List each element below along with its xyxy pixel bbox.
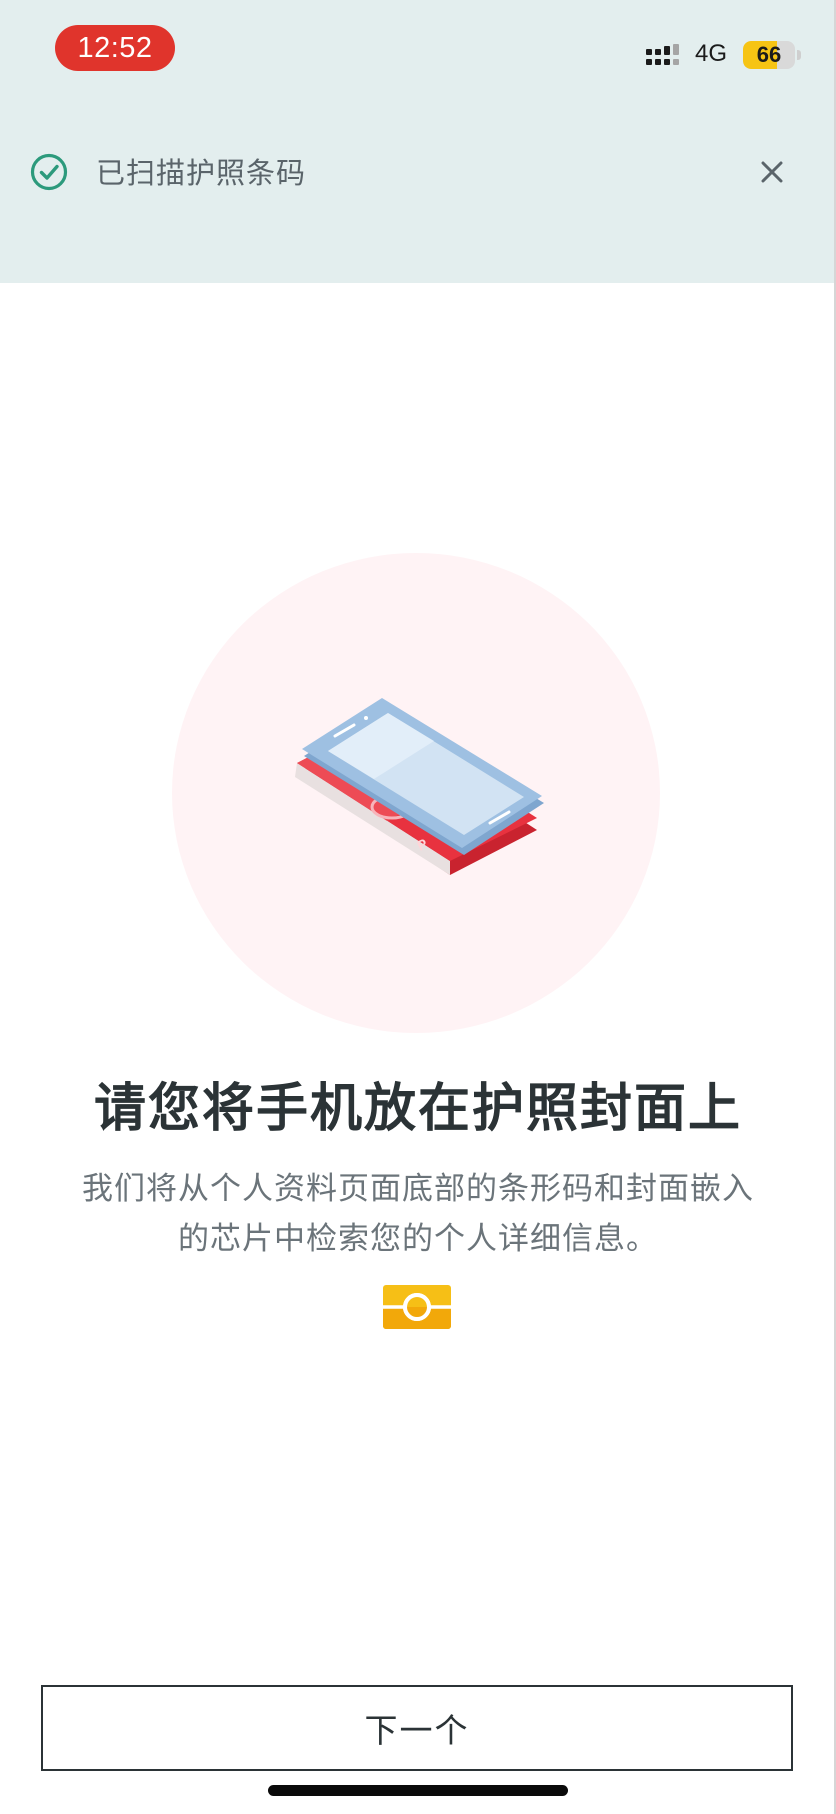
status-bar: 12:52 4G 66 (0, 0, 836, 100)
illustration-graphic: P (295, 698, 544, 875)
top-banner-area: 12:52 4G 66 已扫描护照条码 (0, 0, 836, 283)
check-circle-icon (30, 153, 68, 191)
phone-on-passport-illustration: P (172, 553, 660, 1033)
network-type: 4G (695, 40, 728, 67)
signal-strength-icon (646, 44, 679, 65)
description-line-2: 的芯片中检索您的个人详细信息。 (178, 1221, 658, 1257)
description-line-1: 我们将从个人资料页面底部的条形码和封面嵌入 (82, 1171, 754, 1207)
instruction-description: 我们将从个人资料页面底部的条形码和封面嵌入 的芯片中检索您的个人详细信息。 (50, 1164, 786, 1264)
battery-tip (797, 50, 801, 60)
scan-notice-bar: 已扫描护照条码 (0, 130, 836, 210)
close-icon[interactable] (752, 152, 792, 192)
status-time: 12:52 (55, 25, 175, 71)
battery-icon: 66 (743, 41, 795, 69)
battery-level: 66 (756, 42, 782, 67)
home-indicator[interactable] (268, 1785, 568, 1796)
passport-chip-icon (383, 1285, 451, 1329)
notice-text: 已扫描护照条码 (96, 156, 307, 190)
page-title: 请您将手机放在护照封面上 (93, 1079, 742, 1139)
next-button[interactable]: 下一个 (41, 1685, 793, 1771)
screen: 12:52 4G 66 已扫描护照条码 P 请您将手机放在护照封面上 我们将从个… (0, 0, 836, 1814)
